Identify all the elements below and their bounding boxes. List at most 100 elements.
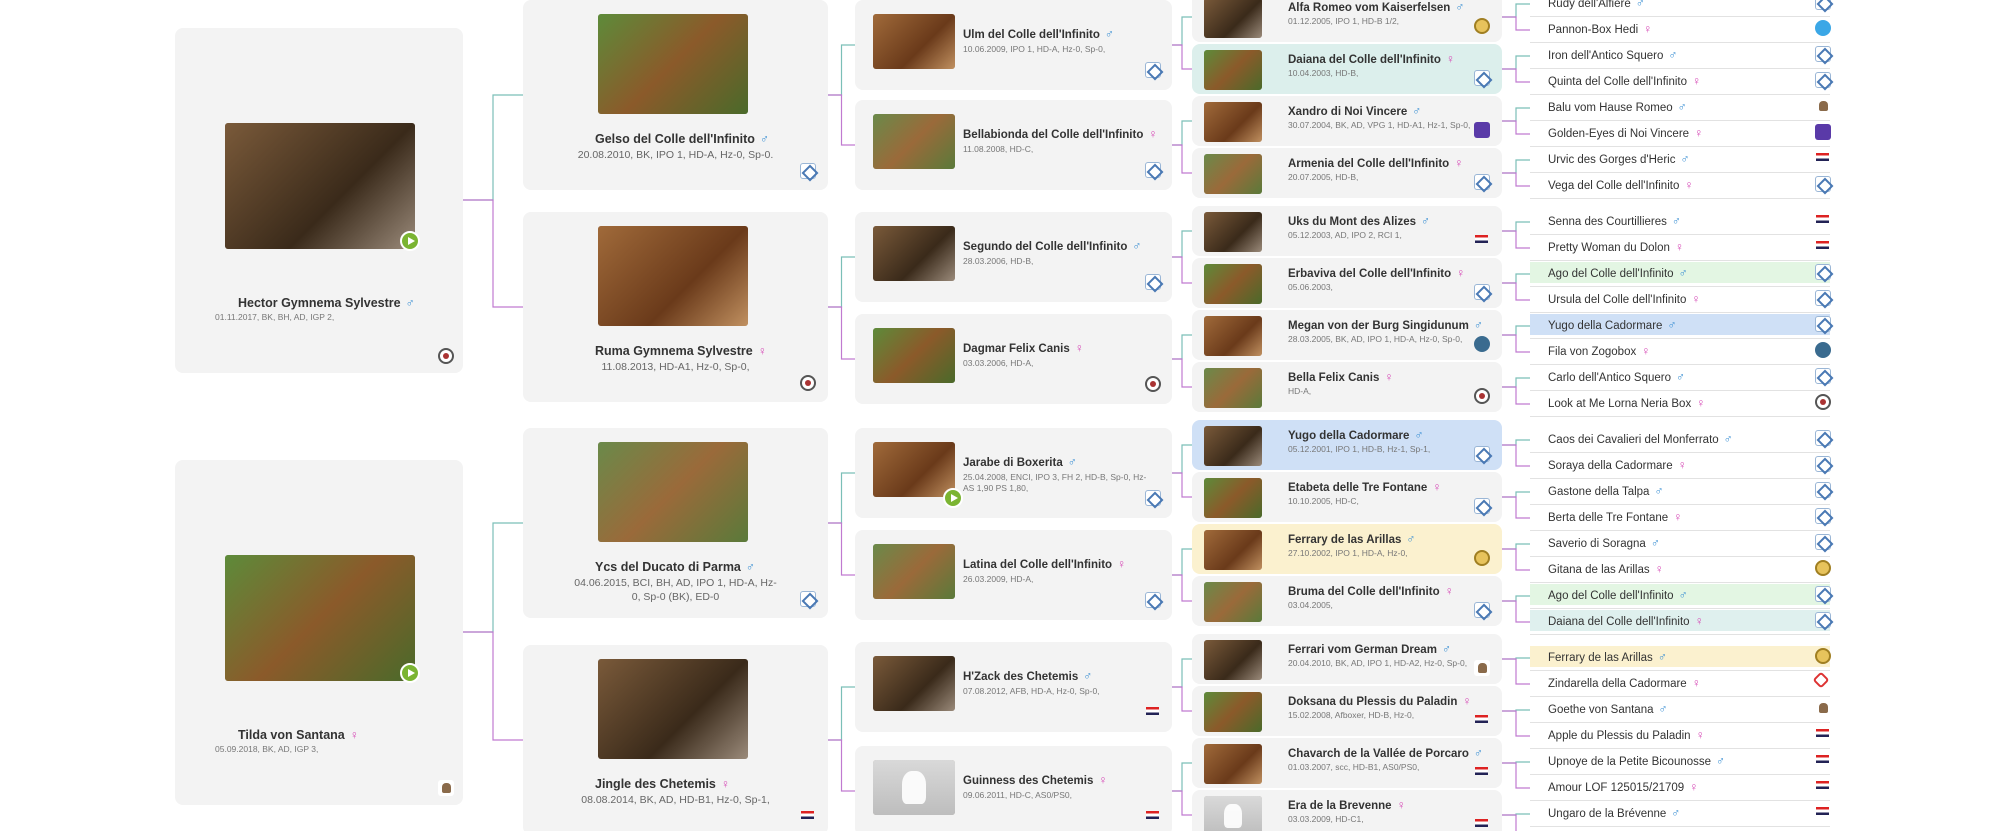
dog-name[interactable]: Ulm del Colle dell'Infinito ♂ bbox=[963, 27, 1114, 41]
dog-row-gen5[interactable]: Golden-Eyes di Noi Vincere ♀ bbox=[1530, 122, 1831, 143]
dog-row-gen5[interactable]: Gastone della Talpa ♂ bbox=[1530, 480, 1831, 501]
dog-photo[interactable] bbox=[1204, 264, 1262, 304]
dog-photo[interactable] bbox=[1204, 316, 1262, 356]
dog-row-gen5[interactable]: Ferrary de las Arillas ♂ bbox=[1530, 646, 1831, 667]
dog-card-gen4[interactable]: Megan von der Burg Singidunum ♂ 28.03.2005… bbox=[1192, 310, 1502, 360]
dog-name[interactable]: Yugo della Cadormare ♂ bbox=[1288, 428, 1423, 442]
dog-name[interactable]: Look at Me Lorna Neria Box ♀ bbox=[1548, 396, 1705, 410]
dog-row-gen5[interactable]: Rudy dell'Alfiere ♂ bbox=[1530, 0, 1831, 13]
dog-name[interactable]: Ruma Gymnema Sylvestre ♀ bbox=[595, 344, 767, 358]
dog-row-gen5[interactable]: Quinta del Colle dell'Infinito ♀ bbox=[1530, 70, 1831, 91]
dog-card-gen4[interactable]: Daiana del Colle dell'Infinito ♀ 10.04.200… bbox=[1192, 44, 1502, 94]
dog-photo[interactable] bbox=[873, 114, 955, 169]
dog-card-gen4[interactable]: Doksana du Plessis du Paladin ♀ 15.02.2008… bbox=[1192, 686, 1502, 736]
dog-name[interactable]: Erbaviva del Colle dell'Infinito ♀ bbox=[1288, 266, 1465, 280]
dog-photo[interactable] bbox=[1204, 50, 1262, 90]
dog-card-gen3[interactable]: Dagmar Felix Canis ♀ 03.03.2006, HD-A, bbox=[855, 314, 1172, 404]
dog-name[interactable]: Tilda von Santana ♀ bbox=[238, 728, 359, 742]
dog-photo[interactable] bbox=[873, 226, 955, 281]
dog-name[interactable]: Bella Felix Canis ♀ bbox=[1288, 370, 1393, 384]
dog-name[interactable]: Daiana del Colle dell'Infinito ♀ bbox=[1288, 52, 1455, 66]
dog-row-gen5[interactable]: Ago del Colle dell'Infinito ♂ bbox=[1530, 262, 1831, 283]
dog-photo[interactable] bbox=[1204, 582, 1262, 622]
dog-card-gen3[interactable]: H'Zack des Chetemis ♂ 07.08.2012, AFB, HD-… bbox=[855, 642, 1172, 732]
dog-name[interactable]: Senna des Courtillieres ♂ bbox=[1548, 214, 1681, 228]
dog-card-gen4[interactable]: Alfa Romeo vom Kaiserfelsen ♂ 01.12.2005, … bbox=[1192, 0, 1502, 42]
dog-name[interactable]: Ungaro de la Brévenne ♂ bbox=[1548, 806, 1680, 820]
dog-row-gen5[interactable]: Yugo della Cadormare ♂ bbox=[1530, 314, 1831, 335]
dog-card-gen3[interactable]: Segundo del Colle dell'Infinito ♂ 28.03.20… bbox=[855, 212, 1172, 302]
dog-photo[interactable] bbox=[1204, 368, 1262, 408]
dog-row-gen5[interactable]: Soraya della Cadormare ♀ bbox=[1530, 454, 1831, 475]
dog-name[interactable]: Bruma del Colle dell'Infinito ♀ bbox=[1288, 584, 1454, 598]
dog-row-gen5[interactable]: Saverio di Soragna ♂ bbox=[1530, 532, 1831, 553]
dog-row-gen5[interactable]: Pretty Woman du Dolon ♀ bbox=[1530, 236, 1830, 257]
dog-name[interactable]: Golden-Eyes di Noi Vincere ♀ bbox=[1548, 126, 1703, 140]
dog-card-gen4[interactable]: Yugo della Cadormare ♂ 05.12.2001, IPO 1, … bbox=[1192, 420, 1502, 470]
dog-name[interactable]: Yugo della Cadormare ♂ bbox=[1548, 318, 1676, 332]
play-video-icon[interactable] bbox=[400, 231, 420, 251]
dog-name[interactable]: Carlo dell'Antico Squero ♂ bbox=[1548, 370, 1685, 384]
dog-row-gen5[interactable]: Fila von Zogobox ♀ bbox=[1530, 340, 1831, 361]
dog-row-gen5[interactable]: Upnoye de la Petite Bicounosse ♂ bbox=[1530, 750, 1830, 771]
dog-photo[interactable] bbox=[1204, 102, 1262, 142]
dog-photo[interactable] bbox=[1204, 530, 1262, 570]
dog-name[interactable]: Ycs del Ducato di Parma ♂ bbox=[595, 560, 755, 574]
dog-name[interactable]: Doksana du Plessis du Paladin ♀ bbox=[1288, 694, 1471, 708]
dog-name[interactable]: Etabeta delle Tre Fontane ♀ bbox=[1288, 480, 1441, 494]
dog-photo[interactable] bbox=[1204, 478, 1262, 518]
dog-name[interactable]: Alfa Romeo vom Kaiserfelsen ♂ bbox=[1288, 0, 1464, 14]
dog-name[interactable]: Vega del Colle dell'Infinito ♀ bbox=[1548, 178, 1693, 192]
dog-card-gen2[interactable]: Ycs del Ducato di Parma ♂ 04.06.2015, BCI,… bbox=[523, 428, 828, 618]
dog-name[interactable]: Berta delle Tre Fontane ♀ bbox=[1548, 510, 1682, 524]
dog-name[interactable]: Dagmar Felix Canis ♀ bbox=[963, 341, 1084, 355]
play-video-icon[interactable] bbox=[400, 663, 420, 683]
dog-card-gen2[interactable]: Jingle des Chetemis ♀ 08.08.2014, BK, AD, … bbox=[523, 645, 828, 831]
dog-name[interactable]: Ursula del Colle dell'Infinito ♀ bbox=[1548, 292, 1700, 306]
dog-row-gen5[interactable]: Carlo dell'Antico Squero ♂ bbox=[1530, 366, 1831, 387]
dog-card-gen4[interactable]: Ferrary de las Arillas ♂ 27.10.2002, IPO 1… bbox=[1192, 524, 1502, 574]
dog-name[interactable]: Latina del Colle dell'Infinito ♀ bbox=[963, 557, 1126, 571]
dog-card-gen3[interactable]: Guinness des Chetemis ♀ 09.06.2011, HD-C, … bbox=[855, 746, 1172, 831]
dog-card-gen3[interactable]: Latina del Colle dell'Infinito ♀ 26.03.200… bbox=[855, 530, 1172, 620]
dog-name[interactable]: Saverio di Soragna ♂ bbox=[1548, 536, 1660, 550]
dog-row-gen5[interactable]: Vega del Colle dell'Infinito ♀ bbox=[1530, 174, 1831, 195]
dog-row-gen5[interactable]: Urvic des Gorges d'Heric ♂ bbox=[1530, 148, 1830, 169]
dog-row-gen5[interactable]: Pannon-Box Hedi ♀ bbox=[1530, 18, 1831, 39]
dog-name[interactable]: Balu vom Hause Romeo ♂ bbox=[1548, 100, 1687, 114]
dog-card-gen4[interactable]: Etabeta delle Tre Fontane ♀ 10.10.2005, HD… bbox=[1192, 472, 1502, 522]
dog-photo[interactable] bbox=[1204, 692, 1262, 732]
dog-name[interactable]: Daiana del Colle dell'Infinito ♀ bbox=[1548, 614, 1704, 628]
dog-card-gen4[interactable]: Bella Felix Canis ♀ HD-A, bbox=[1192, 362, 1502, 412]
dog-row-gen5[interactable]: Iron dell'Antico Squero ♂ bbox=[1530, 44, 1831, 65]
dog-name[interactable]: Chavarch de la Vallée de Porcaro ♂ bbox=[1288, 746, 1483, 760]
dog-name[interactable]: Ago del Colle dell'Infinito ♂ bbox=[1548, 588, 1688, 602]
dog-card-gen3[interactable]: Ulm del Colle dell'Infinito ♂ 10.06.2009, … bbox=[855, 0, 1172, 90]
dog-name[interactable]: Segundo del Colle dell'Infinito ♂ bbox=[963, 239, 1141, 253]
dog-name[interactable]: Armenia del Colle dell'Infinito ♀ bbox=[1288, 156, 1463, 170]
dog-photo[interactable] bbox=[598, 659, 748, 759]
dog-row-gen5[interactable]: Ago del Colle dell'Infinito ♂ bbox=[1530, 584, 1831, 605]
dog-photo[interactable] bbox=[873, 544, 955, 599]
dog-name[interactable]: Gastone della Talpa ♂ bbox=[1548, 484, 1663, 498]
dog-card-gen1[interactable]: Hector Gymnema Sylvestre ♂ 01.11.2017, BK,… bbox=[175, 28, 463, 373]
dog-name[interactable]: Quinta del Colle dell'Infinito ♀ bbox=[1548, 74, 1701, 88]
dog-card-gen4[interactable]: Uks du Mont des Alizes ♂ 05.12.2003, AD, I… bbox=[1192, 206, 1502, 256]
dog-name[interactable]: Xandro di Noi Vincere ♂ bbox=[1288, 104, 1421, 118]
dog-card-gen4[interactable]: Chavarch de la Vallée de Porcaro ♂ 01.03.2… bbox=[1192, 738, 1502, 788]
dog-row-gen5[interactable]: Ursula del Colle dell'Infinito ♀ bbox=[1530, 288, 1831, 309]
dog-name[interactable]: Pannon-Box Hedi ♀ bbox=[1548, 22, 1652, 36]
dog-name[interactable]: Apple du Plessis du Paladin ♀ bbox=[1548, 728, 1705, 742]
dog-row-gen5[interactable]: Balu vom Hause Romeo ♂ bbox=[1530, 96, 1831, 117]
dog-photo[interactable] bbox=[1204, 640, 1262, 680]
dog-name[interactable]: Pretty Woman du Dolon ♀ bbox=[1548, 240, 1684, 254]
dog-name[interactable]: Ago del Colle dell'Infinito ♂ bbox=[1548, 266, 1688, 280]
dog-name[interactable]: Rudy dell'Alfiere ♂ bbox=[1548, 0, 1645, 10]
dog-photo[interactable] bbox=[598, 442, 748, 542]
dog-name[interactable]: Gitana de las Arillas ♀ bbox=[1548, 562, 1664, 576]
dog-photo[interactable] bbox=[873, 656, 955, 711]
dog-card-gen3[interactable]: Bellabionda del Colle dell'Infinito ♀ 11.0… bbox=[855, 100, 1172, 190]
dog-card-gen2[interactable]: Gelso del Colle dell'Infinito ♂ 20.08.2010… bbox=[523, 0, 828, 190]
dog-name[interactable]: Bellabionda del Colle dell'Infinito ♀ bbox=[963, 127, 1157, 141]
dog-name[interactable]: Jingle des Chetemis ♀ bbox=[595, 777, 730, 791]
